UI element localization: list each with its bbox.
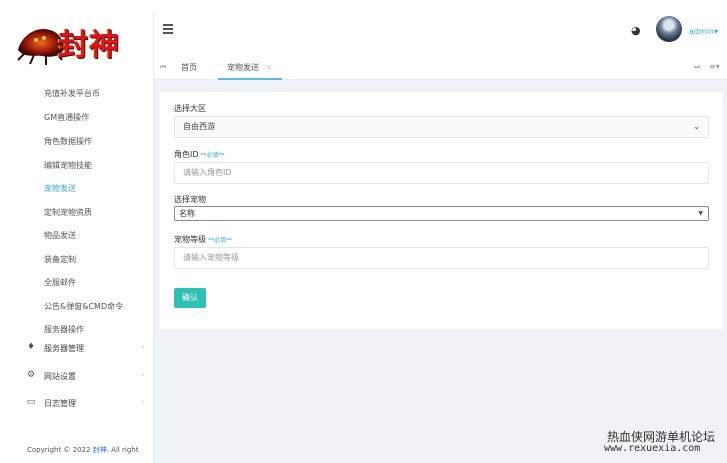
chevron-right-icon: › xyxy=(141,371,144,379)
role-id-input[interactable]: 请输入角色ID xyxy=(174,162,709,184)
region-label: 选择大区 xyxy=(174,104,206,113)
sidebar-item-send-pet[interactable]: 宠物发送 xyxy=(44,183,76,194)
sidebar-item-custom-pet[interactable]: 定制宠物资质 xyxy=(44,207,92,218)
pet-select[interactable]: 名称 ▼ xyxy=(174,206,709,221)
copyright-brand-link[interactable]: 封神 xyxy=(93,446,107,454)
sidebar-item-edit-pet-skill[interactable]: 编辑宠物技能 xyxy=(44,160,92,171)
tab-scroll-left-icon[interactable]: ⏮ xyxy=(160,63,166,72)
region-select[interactable]: 自由西游 ⌄ xyxy=(174,116,709,138)
tab-bar: ⏮ 首页 宠物发送 ✕ ⏭ ≡▾ xyxy=(154,54,727,80)
menu-toggle-icon[interactable] xyxy=(163,24,173,34)
diamond-icon: ♦ xyxy=(26,342,36,352)
tab-scroll-right-icon[interactable]: ⏭ xyxy=(694,63,700,72)
chevron-right-icon: › xyxy=(141,398,144,406)
role-id-label: 角色ID **必填** xyxy=(174,150,225,159)
pet-level-input[interactable]: 请输入宠物等级 xyxy=(174,247,709,269)
tab-send-pet[interactable]: 宠物发送 ✕ xyxy=(227,62,272,73)
confirm-button[interactable]: 确认 xyxy=(174,288,206,308)
chevron-right-icon: › xyxy=(141,343,144,351)
gear-icon: ⚙ xyxy=(26,370,36,380)
tab-home[interactable]: 首页 xyxy=(181,62,197,73)
sidebar-item-recharge[interactable]: 充值补发平台币 xyxy=(44,88,100,99)
tab-options-icon[interactable]: ≡▾ xyxy=(709,62,720,71)
tab-close-icon[interactable]: ✕ xyxy=(266,64,272,72)
message-icon: ▭ xyxy=(26,397,36,407)
app-window: 封神 充值补发平台币 GM直通操作 角色数据操作 编辑宠物技能 宠物发送 定制宠… xyxy=(12,12,727,463)
pet-level-label: 宠物等级 **必填** xyxy=(174,235,233,244)
required-hint: **必填** xyxy=(208,237,233,244)
chevron-down-icon: ⌄ xyxy=(693,122,700,131)
palette-icon[interactable]: ◕ xyxy=(631,24,641,37)
sidebar-item-announce-cmd[interactable]: 公告&弹窗&CMD命令 xyxy=(44,301,123,312)
user-menu[interactable]: admin▾ xyxy=(689,27,718,36)
avatar[interactable] xyxy=(656,16,682,42)
logo-text: 封神 xyxy=(58,28,120,63)
required-hint: **必填** xyxy=(200,152,225,159)
top-header: ◕ admin▾ ⏮ 首页 宠物发送 ✕ ⏭ ≡▾ xyxy=(154,12,727,80)
sidebar-item-server-mail[interactable]: 全服邮件 xyxy=(44,277,76,288)
send-pet-form: 选择大区 自由西游 ⌄ 角色ID **必填** 请输入角色ID 选择宠物 名称 ▼… xyxy=(160,92,723,329)
pet-label: 选择宠物 xyxy=(174,195,206,204)
copyright: Copyright © 2022 封神. All right xyxy=(27,446,139,454)
watermark-url: www.rexuexia.com xyxy=(604,443,701,454)
sidebar-item-server-ops[interactable]: 服务器操作 xyxy=(44,324,84,335)
chevron-down-icon: ▼ xyxy=(698,210,703,217)
tab-active-indicator xyxy=(218,78,282,80)
sidebar: 封神 充值补发平台币 GM直通操作 角色数据操作 编辑宠物技能 宠物发送 定制宠… xyxy=(12,12,154,463)
sidebar-item-role-data[interactable]: 角色数据操作 xyxy=(44,136,92,147)
sidebar-item-send-item[interactable]: 物品发送 xyxy=(44,230,76,241)
sidebar-item-gm-direct[interactable]: GM直通操作 xyxy=(44,112,89,123)
logo[interactable]: 封神 xyxy=(12,12,154,76)
sidebar-item-custom-equip[interactable]: 装备定制 xyxy=(44,254,76,265)
